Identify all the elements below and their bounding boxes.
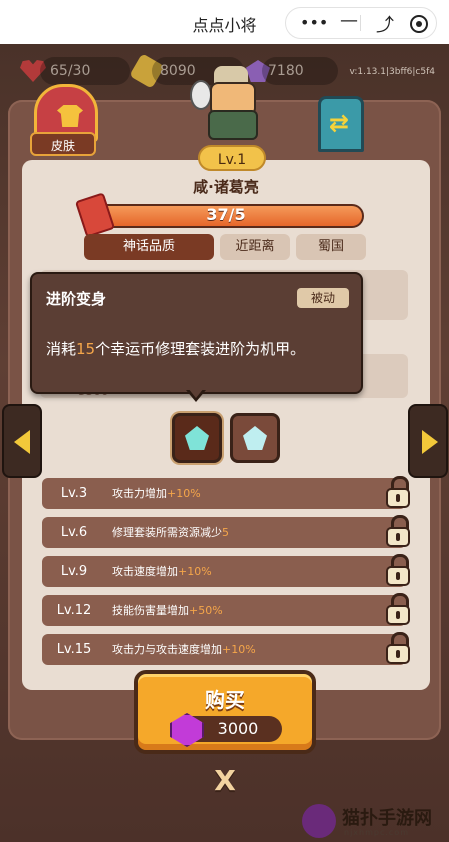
- row-bonus: +10%: [167, 487, 201, 500]
- skin-button[interactable]: 皮肤: [30, 84, 98, 158]
- level-bonus-row: Lv.6 修理套装所需资源减少5: [42, 515, 410, 548]
- watermark: 猫扑手游网 njxhmpc.com: [298, 800, 449, 842]
- share-icon[interactable]: ⤴: [376, 11, 394, 37]
- ice-crystal-icon: [243, 426, 267, 450]
- hero-level-badge: Lv.1: [198, 145, 266, 171]
- row-level: Lv.9: [60, 564, 88, 579]
- row-desc-text: 修理套装所需资源减少: [112, 526, 222, 539]
- hero-body: [208, 110, 258, 140]
- swap-icon: ⇄: [329, 109, 350, 137]
- level-bonus-row: Lv.12 技能伤害量增加+50%: [42, 593, 410, 626]
- skin-label: 皮肤: [30, 132, 96, 156]
- buy-button[interactable]: 购买 3000: [134, 670, 316, 754]
- row-level: Lv.3: [60, 486, 88, 501]
- row-description: 攻击力与攻击速度增加+10%: [112, 634, 256, 665]
- row-bonus: +10%: [178, 565, 212, 578]
- skill-slot-transform[interactable]: [172, 413, 222, 463]
- row-bonus: +10%: [222, 643, 256, 656]
- shirt-icon: [57, 105, 83, 127]
- price-value: 3000: [217, 719, 259, 738]
- prev-hero-button[interactable]: [2, 404, 42, 478]
- lock-icon: [386, 476, 412, 510]
- gems-value: 7180: [268, 63, 304, 79]
- tooltip-pointer-fill: [188, 388, 204, 398]
- hero-sprite: [190, 66, 266, 140]
- level-bonus-row: Lv.9 攻击速度增加+10%: [42, 554, 410, 587]
- shard-progress-text: 37/5: [206, 205, 246, 224]
- desc-prefix: 消耗: [46, 340, 77, 358]
- row-desc-text: 攻击力与攻击速度增加: [112, 643, 222, 656]
- row-desc-text: 攻击速度增加: [112, 565, 178, 578]
- close-miniapp-icon[interactable]: [410, 15, 428, 33]
- row-description: 修理套装所需资源减少5: [112, 517, 229, 548]
- skill-slot-2[interactable]: [230, 413, 280, 463]
- watermark-title: 猫扑手游网: [342, 808, 432, 829]
- more-icon[interactable]: •••: [300, 13, 328, 32]
- capsule-divider: [360, 15, 361, 31]
- lock-icon: [386, 515, 412, 549]
- passive-badge: 被动: [297, 288, 349, 308]
- tooltip-description: 消耗15个幸运币修理套装进阶为机甲。: [46, 338, 305, 359]
- row-level: Lv.15: [56, 642, 92, 657]
- tag-faction: 蜀国: [296, 234, 366, 260]
- tooltip-title: 进阶变身: [46, 290, 107, 308]
- row-bonus: 5: [222, 526, 229, 539]
- arrow-left-icon: [14, 430, 30, 454]
- row-desc-text: 技能伤害量增加: [112, 604, 189, 617]
- hero-name: 咸·诸葛亮: [193, 178, 259, 196]
- coins-value: 8090: [160, 63, 196, 79]
- miniapp-capsule: ••• — ⤴: [285, 7, 437, 39]
- miniapp-header: 点点小将 ••• — ⤴: [0, 0, 449, 44]
- tag-range: 近距离: [220, 234, 290, 260]
- desc-suffix: 个幸运币修理套装进阶为机甲。: [95, 340, 306, 358]
- row-description: 攻击力增加+10%: [112, 478, 201, 509]
- feather-fan: [190, 80, 212, 110]
- tag-quality: 神话品质: [84, 234, 214, 260]
- minimize-icon[interactable]: —: [340, 10, 358, 31]
- gems-stat: 7180: [262, 57, 338, 85]
- watermark-logo: [302, 804, 336, 838]
- arrow-right-icon: [422, 430, 438, 454]
- swap-button[interactable]: ⇄: [318, 96, 364, 152]
- close-button[interactable]: X: [212, 764, 238, 797]
- skill-tooltip: 进阶变身 被动 消耗15个幸运币修理套装进阶为机甲。: [30, 272, 363, 394]
- level-bonus-row: Lv.15 攻击力与攻击速度增加+10%: [42, 632, 410, 665]
- hearts-value: 65/30: [50, 63, 91, 79]
- watermark-url: njxhmpc.com: [344, 828, 409, 837]
- row-level: Lv.6: [60, 525, 88, 540]
- row-description: 攻击速度增加+10%: [112, 556, 212, 587]
- mech-crystal-icon: [185, 426, 209, 450]
- hearts-stat: 65/30: [40, 57, 130, 85]
- row-bonus: +50%: [189, 604, 223, 617]
- row-level: Lv.12: [56, 603, 92, 618]
- lock-icon: [386, 593, 412, 627]
- desc-number: 15: [76, 340, 96, 358]
- buy-label: 购买: [205, 688, 245, 712]
- level-bonus-row: Lv.3 攻击力增加+10%: [42, 476, 410, 509]
- row-desc-text: 攻击力增加: [112, 487, 167, 500]
- lock-icon: [386, 554, 412, 588]
- next-hero-button[interactable]: [408, 404, 448, 478]
- lock-icon: [386, 632, 412, 666]
- version-label: v:1.13.1|3bff6|c5f4: [349, 67, 436, 77]
- row-description: 技能伤害量增加+50%: [112, 595, 223, 626]
